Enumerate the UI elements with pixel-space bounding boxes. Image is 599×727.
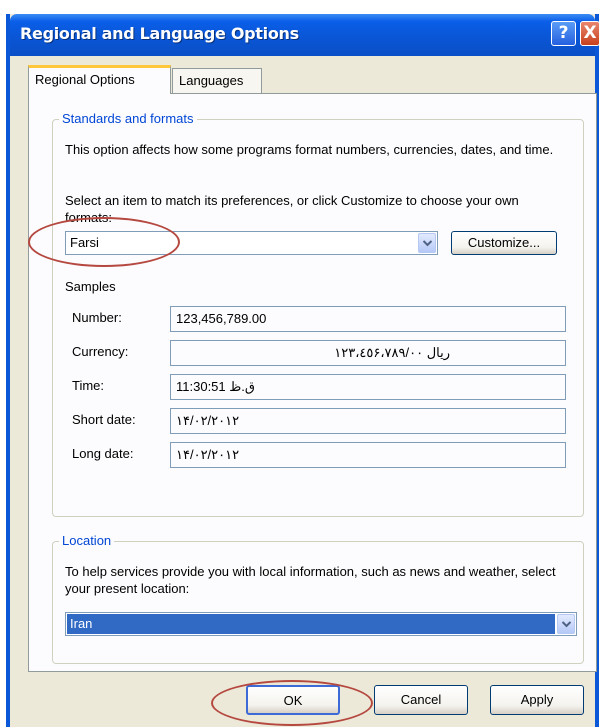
sample-label-long-date: Long date:	[72, 446, 134, 461]
cancel-button[interactable]: Cancel	[374, 685, 468, 715]
tab-regional-options[interactable]: Regional Options	[28, 65, 171, 94]
chevron-down-icon[interactable]	[418, 233, 436, 253]
format-select-value: Farsi	[70, 235, 99, 250]
standards-legend: Standards and formats	[59, 111, 197, 126]
location-group: Location To help services provide you wi…	[52, 533, 584, 664]
standards-description: This option affects how some programs fo…	[65, 142, 554, 157]
close-icon[interactable]: X	[580, 21, 599, 46]
tab-label: Languages	[179, 73, 244, 88]
tab-label: Regional Options	[35, 72, 135, 87]
dialog-window: Regional and Language Options ? X Region…	[6, 14, 599, 727]
customize-button[interactable]: Customize...	[451, 231, 557, 255]
close-glyph: X	[583, 23, 597, 43]
format-select[interactable]: Farsi	[65, 231, 438, 255]
sample-long-date-field: ١۴/٠٢/٢٠١٢	[170, 442, 566, 468]
location-selection-highlight	[67, 614, 555, 634]
sample-currency-field: ريال ١٢٣،٤٥۶،٧٨٩/٠٠	[170, 340, 566, 366]
title-bar[interactable]: Regional and Language Options ? X	[10, 14, 599, 56]
location-description: To help services provide you with local …	[65, 564, 556, 596]
sample-label-currency: Currency:	[72, 344, 129, 359]
tab-panel: Standards and formats This option affect…	[28, 93, 597, 672]
standards-instruction: Select an item to match its preferences,…	[65, 193, 519, 225]
samples-label: Samples	[65, 279, 116, 294]
location-legend: Location	[59, 533, 115, 548]
cancel-label: Cancel	[400, 692, 442, 707]
ok-button[interactable]: OK	[246, 685, 340, 715]
sample-label-time: Time:	[72, 378, 105, 393]
location-select[interactable]: Iran	[65, 612, 577, 636]
sample-time-field: ق.ظ 11:30:51	[170, 374, 566, 400]
sample-short-date-field: ١۴/٠٢/٢٠١٢	[170, 408, 566, 434]
sample-label-short-date: Short date:	[72, 412, 136, 427]
ok-label: OK	[283, 693, 303, 708]
customize-label: Customize...	[467, 235, 541, 250]
location-select-value: Iran	[70, 616, 93, 631]
standards-group: Standards and formats This option affect…	[52, 111, 584, 517]
sample-number-field: 123,456,789.00	[170, 306, 566, 332]
help-icon[interactable]: ?	[551, 21, 576, 46]
apply-button[interactable]: Apply	[490, 685, 584, 715]
sample-label-number: Number:	[72, 310, 122, 325]
tab-languages[interactable]: Languages	[172, 68, 262, 94]
help-glyph: ?	[558, 23, 569, 43]
apply-label: Apply	[520, 692, 554, 707]
window-title: Regional and Language Options	[20, 24, 299, 43]
chevron-down-icon[interactable]	[557, 614, 575, 634]
